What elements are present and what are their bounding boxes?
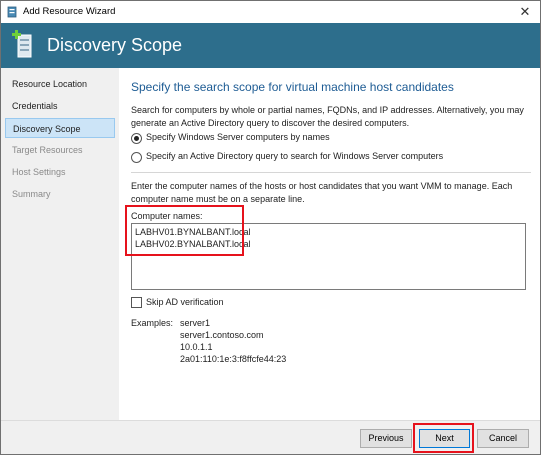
divider: [131, 172, 531, 173]
skip-ad-label: Skip AD verification: [146, 297, 224, 307]
example-item: 2a01:110:1e:3:f8ffcfe44:23: [180, 354, 287, 364]
main-content: Specify the search scope for virtual mac…: [119, 68, 540, 420]
option-by-names-label: Specify Windows Server computers by name…: [146, 132, 330, 142]
title-bar[interactable]: Add Resource Wizard ✕: [1, 1, 540, 23]
radio-button-selected[interactable]: [131, 133, 142, 144]
wizard-window: Add Resource Wizard ✕ Discovery Scope Re…: [0, 0, 541, 455]
names-instructions: Enter the computer names of the hosts or…: [131, 181, 513, 204]
app-icon: [7, 6, 17, 18]
sidebar-item-summary: Summary: [12, 189, 51, 199]
button-bar: Previous Next Cancel: [1, 420, 540, 454]
example-item: server1.contoso.com: [180, 330, 264, 340]
cancel-button[interactable]: Cancel: [477, 429, 529, 448]
page-title: Discovery Scope: [47, 35, 183, 55]
sidebar-item-credentials[interactable]: Credentials: [5, 96, 115, 116]
sidebar-item-resource-location[interactable]: Resource Location: [5, 74, 115, 94]
annotation-highlight-names: [125, 205, 244, 256]
annotation-highlight-next: [413, 423, 474, 453]
header-banner: Discovery Scope: [1, 23, 540, 68]
previous-button[interactable]: Previous: [360, 429, 412, 448]
section-heading: Specify the search scope for virtual mac…: [131, 80, 454, 94]
option-ad-query-label: Specify an Active Directory query to sea…: [146, 151, 444, 161]
sidebar-item-discovery-scope[interactable]: Discovery Scope: [5, 118, 115, 138]
wizard-steps-sidebar: Resource Location Credentials Discovery …: [1, 68, 119, 420]
example-item: 10.0.1.1: [180, 342, 213, 352]
examples-label: Examples:: [131, 318, 174, 328]
radio-button[interactable]: [131, 152, 142, 163]
server-add-icon: [12, 30, 32, 58]
window-title: Add Resource Wizard: [23, 6, 116, 17]
sidebar-item-host-settings: Host Settings: [12, 167, 66, 177]
skip-ad-checkbox[interactable]: [131, 297, 142, 308]
sidebar-item-target-resources: Target Resources: [12, 145, 83, 155]
example-item: server1: [180, 318, 211, 328]
scope-description: Search for computers by whole or partial…: [131, 105, 524, 128]
close-button[interactable]: ✕: [516, 3, 534, 20]
